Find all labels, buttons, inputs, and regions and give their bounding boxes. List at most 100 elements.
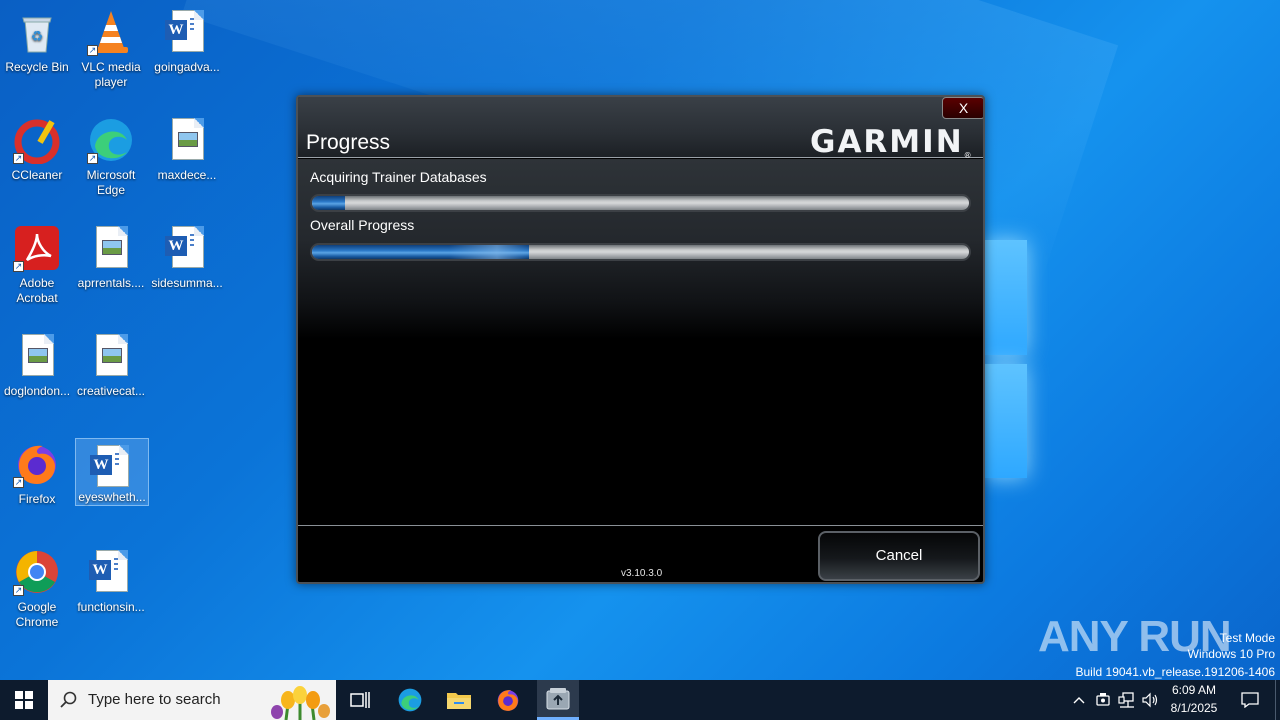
desktop-icon-doglondon[interactable]: doglondon... bbox=[0, 328, 74, 408]
image-file-icon bbox=[163, 116, 211, 164]
file-explorer-icon bbox=[447, 693, 471, 709]
taskbar-file-explorer-button[interactable] bbox=[435, 680, 483, 720]
desktop-icon-label: Firefox bbox=[18, 492, 56, 506]
recycle-bin-icon: ♻ bbox=[13, 8, 61, 56]
desktop-icon-label: CCleaner bbox=[11, 168, 63, 182]
network-icon bbox=[1118, 692, 1134, 708]
search-highlight-tulips-icon bbox=[271, 686, 330, 720]
edge-icon: ↗ bbox=[87, 116, 135, 164]
network-button[interactable] bbox=[1116, 680, 1138, 720]
ccleaner-icon: ↗ bbox=[13, 116, 61, 165]
taskbar-search-box[interactable]: Type here to search bbox=[48, 680, 336, 720]
desktop-icon-functionsin[interactable]: W functionsin... bbox=[74, 544, 148, 624]
windows-edition-text: Windows 10 Pro bbox=[1187, 647, 1275, 661]
chevron-up-icon bbox=[1073, 697, 1085, 704]
desktop-icon-label: Google Chrome bbox=[15, 600, 59, 629]
version-label: v3.10.3.0 bbox=[621, 568, 663, 579]
wallpaper-windows-logo bbox=[985, 240, 1030, 480]
desktop-icon-label: aprrentals.... bbox=[77, 276, 145, 290]
taskbar-garmin-express-button[interactable] bbox=[537, 680, 579, 720]
clock-date[interactable]: 8/1/2025 bbox=[1164, 701, 1224, 715]
task-progress-fill bbox=[312, 196, 345, 210]
word-document-icon: W bbox=[163, 8, 211, 56]
desktop-icon-label: eyeswheth... bbox=[78, 490, 146, 504]
garmin-logo: GARMIN® bbox=[810, 124, 972, 160]
shortcut-arrow-icon: ↗ bbox=[13, 585, 24, 596]
shortcut-arrow-icon: ↗ bbox=[87, 45, 98, 56]
shortcut-arrow-icon: ↗ bbox=[87, 153, 98, 164]
dialog-title: Progress bbox=[306, 131, 391, 154]
desktop-icon-sidesumma[interactable]: W sidesumma... bbox=[150, 220, 224, 300]
desktop-icon-label: Adobe Acrobat bbox=[16, 276, 58, 305]
desktop-icon-goingadva[interactable]: W goingadva... bbox=[150, 4, 224, 84]
start-button[interactable] bbox=[0, 680, 48, 720]
desktop-icon-label: goingadva... bbox=[154, 60, 220, 74]
cancel-button[interactable]: Cancel bbox=[818, 531, 980, 581]
show-hidden-icons-button[interactable] bbox=[1068, 680, 1090, 720]
dialog-body: Acquiring Trainer Databases Overall Prog… bbox=[298, 159, 983, 339]
overall-progress-bar bbox=[310, 243, 971, 261]
edge-icon bbox=[398, 688, 422, 712]
search-placeholder: Type here to search bbox=[88, 691, 221, 708]
action-center-button[interactable] bbox=[1232, 680, 1268, 720]
shortcut-arrow-icon: ↗ bbox=[13, 477, 24, 488]
overall-progress-label: Overall Progress bbox=[310, 217, 415, 233]
image-file-icon bbox=[87, 332, 135, 380]
shortcut-arrow-icon: ↗ bbox=[13, 153, 24, 164]
firefox-icon bbox=[497, 690, 519, 711]
dialog-header: Progress GARMIN® X bbox=[298, 97, 983, 160]
taskbar-edge-button[interactable] bbox=[386, 680, 434, 720]
task-view-icon bbox=[350, 692, 370, 708]
volume-button[interactable] bbox=[1140, 680, 1162, 720]
word-document-icon: W bbox=[88, 443, 136, 487]
task-progress-label: Acquiring Trainer Databases bbox=[310, 169, 487, 185]
desktop-icon-label: creativecat... bbox=[76, 384, 146, 398]
desktop-icon-label: functionsin... bbox=[77, 600, 145, 614]
firefox-icon: ↗ bbox=[13, 440, 61, 488]
shortcut-arrow-icon: ↗ bbox=[13, 261, 24, 272]
garmin-express-icon bbox=[546, 687, 570, 709]
desktop-icon-creativecat[interactable]: creativecat... bbox=[74, 328, 148, 408]
windows-start-icon bbox=[15, 691, 33, 709]
desktop-icon-acrobat[interactable]: ↗ Adobe Acrobat bbox=[0, 220, 74, 305]
desktop-icon-aprrentals[interactable]: aprrentals.... bbox=[74, 220, 148, 300]
desktop-icon-chrome[interactable]: ↗ Google Chrome bbox=[0, 544, 74, 629]
desktop-icon-label: Recycle Bin bbox=[5, 60, 69, 74]
desktop-icon-label: maxdece... bbox=[157, 168, 217, 182]
task-view-button[interactable] bbox=[336, 680, 384, 720]
desktop-icon-label: doglondon... bbox=[3, 384, 71, 398]
taskbar-firefox-button[interactable] bbox=[484, 680, 532, 720]
desktop-icon-vlc[interactable]: ↗ VLC media player bbox=[74, 4, 148, 89]
taskbar: Type here to search 6:09 AM 8/1/2025 bbox=[0, 680, 1280, 720]
desktop-icon-eyeswheth[interactable]: W eyeswheth... bbox=[75, 438, 149, 506]
desktop-icon-recycle-bin[interactable]: ♻ Recycle Bin bbox=[0, 4, 74, 84]
desktop-icon-edge[interactable]: ↗ Microsoft Edge bbox=[74, 112, 148, 197]
desktop-icon-ccleaner[interactable]: ↗ CCleaner bbox=[0, 112, 74, 192]
desktop-icon-label: VLC media player bbox=[81, 60, 141, 89]
acrobat-icon: ↗ bbox=[13, 224, 61, 272]
search-icon bbox=[60, 691, 77, 708]
svg-text:♻: ♻ bbox=[31, 28, 44, 44]
dialog-footer: v3.10.3.0 Cancel bbox=[298, 525, 983, 582]
desktop-icon-firefox[interactable]: ↗ Firefox bbox=[0, 436, 74, 516]
desktop-icon-label: Microsoft Edge bbox=[86, 168, 136, 197]
close-button[interactable]: X bbox=[942, 97, 983, 119]
test-mode-text: Test Mode bbox=[1219, 631, 1275, 645]
notification-icon bbox=[1241, 692, 1259, 708]
image-file-icon bbox=[87, 224, 135, 272]
desktop-icon-maxdece[interactable]: maxdece... bbox=[150, 112, 224, 192]
speaker-icon bbox=[1142, 692, 1158, 708]
word-document-icon: W bbox=[87, 548, 135, 596]
clock-time[interactable]: 6:09 AM bbox=[1164, 683, 1224, 697]
overall-progress-fill bbox=[312, 245, 529, 259]
show-desktop-button[interactable] bbox=[1275, 680, 1280, 720]
desktop-icon-label: sidesumma... bbox=[151, 276, 223, 290]
build-text: Build 19041.vb_release.191206-1406 bbox=[1075, 665, 1276, 679]
task-progress-bar bbox=[310, 194, 971, 212]
image-file-icon bbox=[13, 332, 61, 380]
garmin-progress-dialog: Progress GARMIN® X Acquiring Trainer Dat… bbox=[296, 95, 985, 584]
tray-device-icon bbox=[1096, 693, 1110, 706]
word-document-icon: W bbox=[163, 224, 211, 272]
tray-device-button[interactable] bbox=[1093, 680, 1113, 720]
chrome-icon: ↗ bbox=[13, 548, 61, 596]
